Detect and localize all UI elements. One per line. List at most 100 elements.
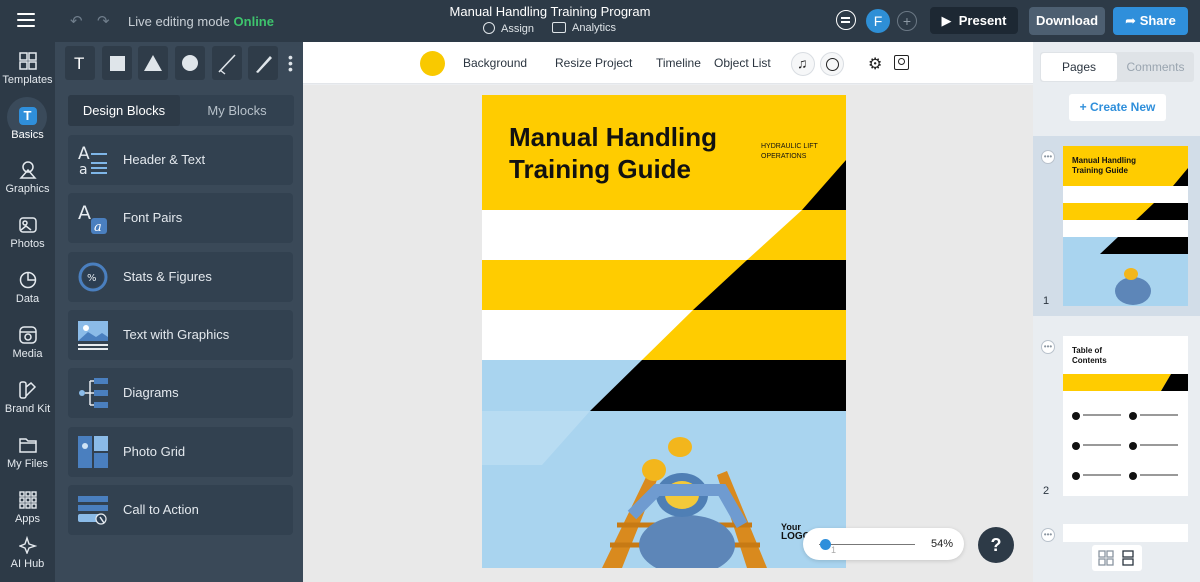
avatar[interactable]: F [866,9,890,33]
cover-tagline-line: HYDRAULIC LIFT [761,143,818,150]
rectangle-icon [110,56,125,71]
rail-item-media[interactable]: Media [0,326,55,360]
rail-item-brand-kit[interactable]: Brand Kit [0,381,55,415]
tab-pages[interactable]: Pages [1041,53,1117,81]
rail-label: Basics [11,129,44,141]
alarm-icon[interactable] [820,52,844,76]
assign-button[interactable]: Assign [483,22,534,35]
tab-my-blocks[interactable]: My Blocks [180,95,294,126]
rail-item-photos[interactable]: Photos [0,216,55,250]
thumb-title-line: Manual Handling [1072,156,1136,165]
create-new-page-button[interactable]: + Create New [1069,94,1166,121]
chat-icon[interactable] [836,10,856,30]
undo-icon[interactable]: ↶ [70,12,83,30]
tab-comments[interactable]: Comments [1117,52,1194,82]
block-label: Photo Grid [123,444,186,459]
rail-label: Apps [14,513,41,525]
cover-title[interactable]: Manual Handling Training Guide [509,121,739,185]
share-button[interactable]: ➦ Share [1113,7,1188,35]
rail-item-data[interactable]: Data [0,271,55,305]
circle-tool-button[interactable] [175,46,205,80]
text-tool-button[interactable]: T [65,46,95,80]
assign-label: Assign [501,23,535,35]
line-icon [218,54,236,75]
analytics-label: Analytics [572,22,617,34]
triangle-tool-button[interactable] [138,46,168,80]
music-icon[interactable]: ♫ [791,52,815,76]
view-switcher [1092,545,1142,571]
zoom-search-icon[interactable] [894,55,909,70]
more-icon[interactable]: • • • [288,50,293,76]
rail-item-graphics[interactable]: Graphics [0,161,55,195]
photo-grid-icon [78,436,108,468]
tab-design-blocks[interactable]: Design Blocks [68,95,180,126]
list-view-icon[interactable] [1119,549,1137,567]
block-text-with-graphics[interactable]: Text with Graphics [68,310,293,360]
pen-icon [256,56,272,73]
page-thumbnail-3[interactable] [1063,524,1188,542]
page-options-icon[interactable]: ••• [1041,340,1055,354]
page-number: 2 [1043,485,1050,497]
add-collaborator-icon[interactable]: + [897,11,917,31]
graphics-icon [18,161,37,179]
redo-icon[interactable]: ↷ [97,12,110,30]
pages-panel-tabs: Pages Comments [1040,52,1194,82]
page-thumbnail-1[interactable]: Manual Handling Training Guide [1063,146,1188,306]
rail-item-my-files[interactable]: My Files [0,436,55,470]
zoom-slider-handle[interactable] [819,539,831,550]
help-button[interactable]: ? [978,527,1014,563]
svg-text:a: a [79,162,88,176]
timeline-button[interactable]: Timeline [656,56,701,70]
rail-item-basics[interactable]: T Basics [0,107,55,141]
page-options-icon[interactable]: ••• [1041,528,1055,542]
rail-item-apps[interactable]: Apps [0,491,55,525]
block-call-to-action[interactable]: Call to Action [68,485,293,535]
diagram-icon [79,378,108,408]
block-stats-figures[interactable]: % Stats & Figures [68,252,293,302]
cover-page[interactable]: Manual Handling Training Guide HYDRAULIC… [482,95,846,568]
font-pairs-icon: Aa [78,202,107,234]
sparkle-icon [18,536,37,554]
project-title[interactable]: Manual Handling Training Program [400,4,700,19]
cover-title-line: Training Guide [509,154,692,184]
rail-label: AI Hub [10,558,45,570]
brand-kit-icon [18,381,36,399]
grid-view-icon[interactable] [1097,549,1115,567]
object-list-button[interactable]: Object List [714,56,771,70]
page-options-icon[interactable]: ••• [1041,150,1055,164]
pie-chart-icon [19,271,36,289]
settings-icon[interactable]: ⚙ [868,54,882,74]
block-label: Diagrams [123,385,179,400]
media-icon [18,326,37,344]
download-button[interactable]: Download [1029,7,1105,35]
block-diagrams[interactable]: Diagrams [68,368,293,418]
pen-tool-button[interactable] [248,46,278,80]
thumb-title-line: Table of [1072,346,1103,355]
cover-tagline[interactable]: HYDRAULIC LIFT OPERATIONS [761,142,831,162]
rail-label: Data [15,293,40,305]
background-button[interactable]: Background [463,56,527,70]
rail-label: Brand Kit [4,403,51,415]
menu-icon[interactable] [17,13,35,27]
live-mode-status: Online [233,14,274,29]
block-photo-grid[interactable]: Photo Grid [68,427,293,477]
live-mode-indicator: Live editing mode Online [128,14,274,29]
rail-item-ai-hub[interactable]: AI Hub [0,536,55,570]
svg-text:%: % [87,273,97,284]
page-thumbnail-2[interactable]: Table of Contents [1063,336,1188,496]
block-header-text[interactable]: Aa Header & Text [68,135,293,185]
page-number: 1 [1043,295,1050,307]
circle-icon [182,55,198,71]
block-font-pairs[interactable]: Aa Font Pairs [68,193,293,243]
present-label: Present [958,13,1007,28]
block-label: Header & Text [123,152,206,167]
present-button[interactable]: ▶ Present [930,7,1018,34]
line-tool-button[interactable] [212,46,242,80]
analytics-button[interactable]: Analytics [552,22,616,34]
color-swatch[interactable] [420,51,445,76]
rectangle-tool-button[interactable] [102,46,132,80]
zoom-page-index: 1 [831,545,837,555]
rail-item-templates[interactable]: Templates [0,52,55,86]
zoom-percentage[interactable]: 54% [931,538,953,550]
resize-project-button[interactable]: Resize Project [555,56,632,70]
